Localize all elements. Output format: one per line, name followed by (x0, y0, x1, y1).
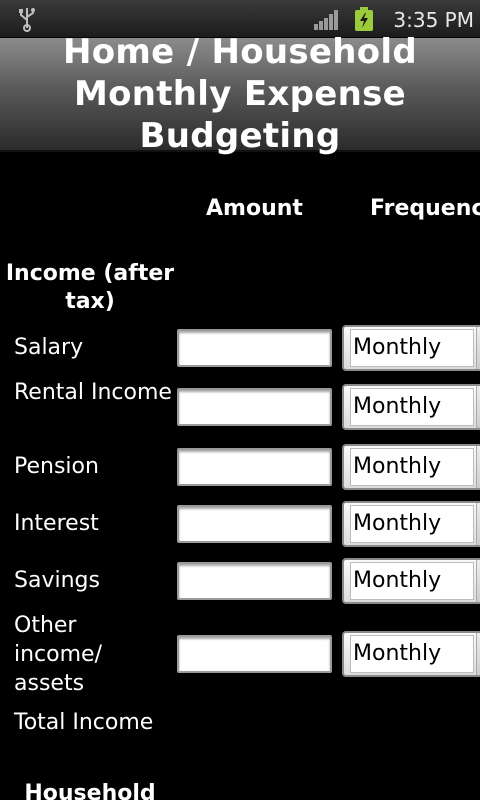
salary-label: Salary (14, 335, 84, 360)
pension-amount-input[interactable] (177, 448, 332, 486)
salary-frequency-value: Monthly (350, 329, 474, 367)
household-section-heading: Household (24, 781, 156, 800)
pension-frequency-value: Monthly (350, 448, 474, 486)
savings-amount-input[interactable] (177, 562, 332, 600)
rental-income-amount-input[interactable] (177, 388, 332, 426)
other-income-label: Other income/ assets (14, 613, 102, 696)
status-time: 3:35 PM (393, 8, 474, 32)
total-income-label: Total Income (14, 710, 154, 735)
salary-frequency-select[interactable]: Monthly (342, 325, 480, 371)
column-header-amount: Amount (206, 196, 303, 221)
savings-label: Savings (14, 568, 100, 593)
savings-frequency-value: Monthly (350, 562, 474, 600)
rental-income-label: Rental Income (14, 380, 172, 405)
battery-charging-icon (355, 7, 373, 31)
pension-label: Pension (14, 454, 99, 479)
chevron-down-icon (476, 386, 480, 428)
chevron-down-icon (476, 446, 480, 488)
title-bar: Home / Household Monthly Expense Budgeti… (0, 32, 480, 156)
pension-frequency-select[interactable]: Monthly (342, 444, 480, 490)
column-header-frequency: Frequency (370, 196, 480, 221)
chevron-down-icon (476, 503, 480, 545)
interest-frequency-select[interactable]: Monthly (342, 501, 480, 547)
interest-label: Interest (14, 511, 99, 536)
budget-form: Amount Frequency Income (after tax) Sala… (0, 152, 480, 800)
income-section-heading: Income (after tax) (5, 261, 175, 314)
interest-frequency-value: Monthly (350, 505, 474, 543)
chevron-down-icon (476, 327, 480, 369)
other-income-amount-input[interactable] (177, 635, 332, 673)
other-income-frequency-select[interactable]: Monthly (342, 631, 480, 677)
usb-icon (19, 8, 35, 32)
savings-frequency-select[interactable]: Monthly (342, 558, 480, 604)
signal-icon (314, 10, 338, 30)
rental-income-frequency-value: Monthly (350, 388, 474, 426)
other-income-frequency-value: Monthly (350, 635, 474, 673)
chevron-down-icon (476, 633, 480, 675)
rental-income-frequency-select[interactable]: Monthly (342, 384, 480, 430)
page-title: Home / Household Monthly Expense Budgeti… (62, 32, 418, 156)
chevron-down-icon (476, 560, 480, 602)
salary-amount-input[interactable] (177, 329, 332, 367)
interest-amount-input[interactable] (177, 505, 332, 543)
